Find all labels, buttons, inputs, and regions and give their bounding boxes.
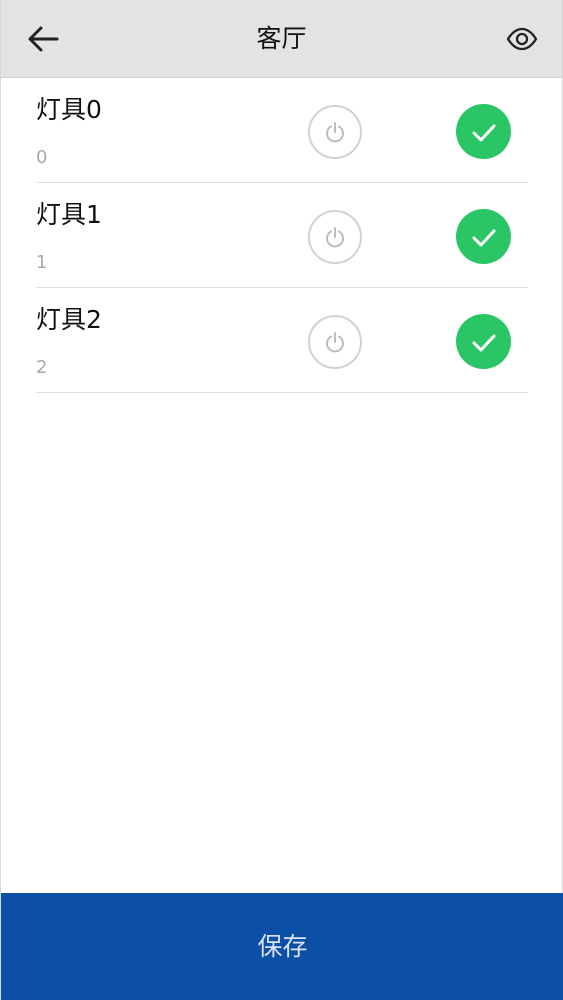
light-title: 灯具1 — [36, 200, 102, 229]
app-screen: 客厅 灯具0 0 灯具1 1 灯具2 2 保存 — [0, 0, 563, 1000]
power-icon — [326, 122, 344, 143]
light-title: 灯具2 — [36, 305, 102, 334]
eye-button[interactable] — [502, 20, 542, 58]
save-button[interactable]: 保存 — [1, 893, 563, 1000]
select-check-button[interactable] — [456, 314, 511, 369]
light-list: 灯具0 0 灯具1 1 灯具2 2 — [1, 78, 562, 393]
light-title: 灯具0 — [36, 95, 102, 124]
light-number: 1 — [36, 252, 48, 273]
select-check-button[interactable] — [456, 104, 511, 159]
list-item[interactable]: 灯具0 0 — [36, 78, 528, 183]
light-number: 2 — [36, 357, 48, 378]
list-item[interactable]: 灯具1 1 — [36, 183, 528, 288]
list-item[interactable]: 灯具2 2 — [36, 288, 528, 393]
check-icon — [472, 124, 495, 141]
power-icon — [326, 227, 344, 248]
select-check-button[interactable] — [456, 209, 511, 264]
eye-icon — [506, 27, 538, 51]
top-navbar: 客厅 — [1, 0, 562, 78]
power-icon — [326, 332, 344, 353]
power-button[interactable] — [308, 210, 362, 264]
power-button[interactable] — [308, 315, 362, 369]
power-button[interactable] — [308, 105, 362, 159]
check-icon — [472, 334, 495, 351]
light-number: 0 — [36, 147, 48, 168]
check-icon — [472, 229, 495, 246]
save-label: 保存 — [257, 931, 308, 961]
page-title: 客厅 — [256, 24, 307, 53]
